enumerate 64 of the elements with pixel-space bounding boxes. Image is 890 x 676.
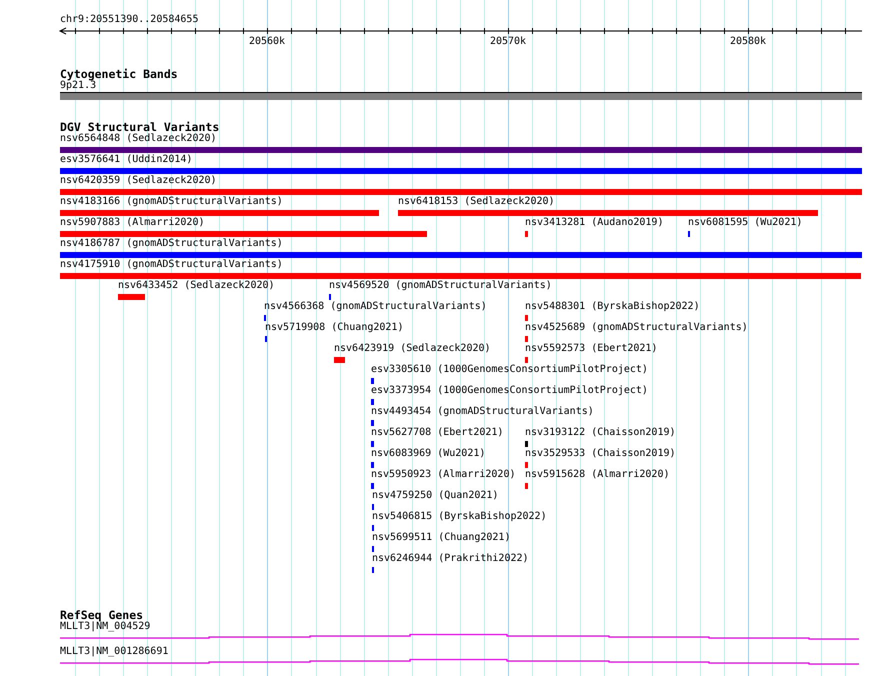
track-title: RefSeq Genes <box>60 609 144 621</box>
variant-bar[interactable] <box>525 315 528 321</box>
variant-label: nsv5950923 (Almarri2020) <box>371 469 516 481</box>
gene-label: MLLT3|NM_001286691 <box>60 646 168 658</box>
band-label: 9p21.3 <box>60 80 96 92</box>
variant-label: nsv5699511 (Chuang2021) <box>372 532 510 544</box>
variant-bar[interactable] <box>525 441 528 447</box>
variant-label: nsv5406815 (ByrskaBishop2022) <box>372 511 547 523</box>
variant-label: nsv4175910 (gnomADStructuralVariants) <box>60 259 283 271</box>
variant-bar[interactable] <box>371 420 374 426</box>
variant-bar[interactable] <box>334 357 345 363</box>
variant-bar[interactable] <box>118 294 145 300</box>
variant-label: esv3305610 (1000GenomesConsortiumPilotProject) <box>371 364 648 376</box>
variant-label: nsv4566368 (gnomADStructuralVariants) <box>264 301 487 313</box>
variant-label: nsv4183166 (gnomADStructuralVariants) <box>60 196 283 208</box>
variant-label: nsv6418153 (Sedlazeck2020) <box>398 196 555 208</box>
variant-bar[interactable] <box>60 189 862 195</box>
variant-bar[interactable] <box>60 168 862 174</box>
variant-label: nsv6081595 (Wu2021) <box>688 217 802 229</box>
variant-label: nsv4186787 (gnomADStructuralVariants) <box>60 238 283 250</box>
variant-bar[interactable] <box>371 399 374 405</box>
variant-label: nsv5915628 (Almarri2020) <box>525 469 670 481</box>
variant-label: nsv6433452 (Sedlazeck2020) <box>118 280 275 292</box>
variant-label: nsv6420359 (Sedlazeck2020) <box>60 175 217 187</box>
variant-bar[interactable] <box>525 483 528 489</box>
variant-bar[interactable] <box>398 210 818 216</box>
track-title: DGV Structural Variants <box>60 121 220 133</box>
variant-label: nsv4759250 (Quan2021) <box>372 490 498 502</box>
variant-label: nsv5907883 (Almarri2020) <box>60 217 204 229</box>
variant-label: esv3373954 (1000GenomesConsortiumPilotProject) <box>371 385 648 397</box>
track-title: Cytogenetic Bands <box>60 68 178 80</box>
variant-bar[interactable] <box>525 462 528 468</box>
variant-bar[interactable] <box>371 441 374 447</box>
variant-label: nsv3529533 (Chaisson2019) <box>525 448 676 460</box>
variant-label: nsv5627708 (Ebert2021) <box>371 427 504 439</box>
variant-bar[interactable] <box>371 462 374 468</box>
variant-bar[interactable] <box>60 273 861 279</box>
variant-bar[interactable] <box>60 210 379 216</box>
scale-label: 20580k <box>730 36 766 48</box>
variant-label: nsv5488301 (ByrskaBishop2022) <box>525 301 700 313</box>
variant-label: nsv5592573 (Ebert2021) <box>525 343 658 355</box>
variant-bar[interactable] <box>525 231 528 237</box>
location-label: chr9:20551390..20584655 <box>60 14 198 26</box>
variant-label: nsv3193122 (Chaisson2019) <box>525 427 676 439</box>
variant-bar[interactable] <box>371 378 374 384</box>
variant-label: nsv3413281 (Audano2019) <box>525 217 664 229</box>
variant-label: nsv6423919 (Sedlazeck2020) <box>334 343 491 355</box>
scale-label: 20570k <box>490 36 526 48</box>
variant-label: nsv6564848 (Sedlazeck2020) <box>60 133 217 145</box>
variant-bar[interactable] <box>371 483 374 489</box>
variant-bar[interactable] <box>525 357 528 363</box>
variant-label: nsv4569520 (gnomADStructuralVariants) <box>329 280 552 292</box>
variant-label: esv3576641 (Uddin2014) <box>60 154 192 166</box>
variant-bar[interactable] <box>525 336 528 342</box>
variant-label: nsv4493454 (gnomADStructuralVariants) <box>371 406 594 418</box>
variant-bar[interactable] <box>60 231 427 237</box>
scale-label: 20560k <box>248 36 286 48</box>
variant-label: nsv4525689 (gnomADStructuralVariants) <box>525 322 748 334</box>
variant-label: nsv6246944 (Prakrithi2022) <box>372 553 529 565</box>
variant-bar[interactable] <box>60 147 862 153</box>
gene-label: MLLT3|NM_004529 <box>60 621 150 633</box>
variant-bar[interactable] <box>60 252 862 258</box>
variant-label: nsv5719908 (Chuang2021) <box>265 322 404 334</box>
variant-label: nsv6083969 (Wu2021) <box>371 448 486 460</box>
